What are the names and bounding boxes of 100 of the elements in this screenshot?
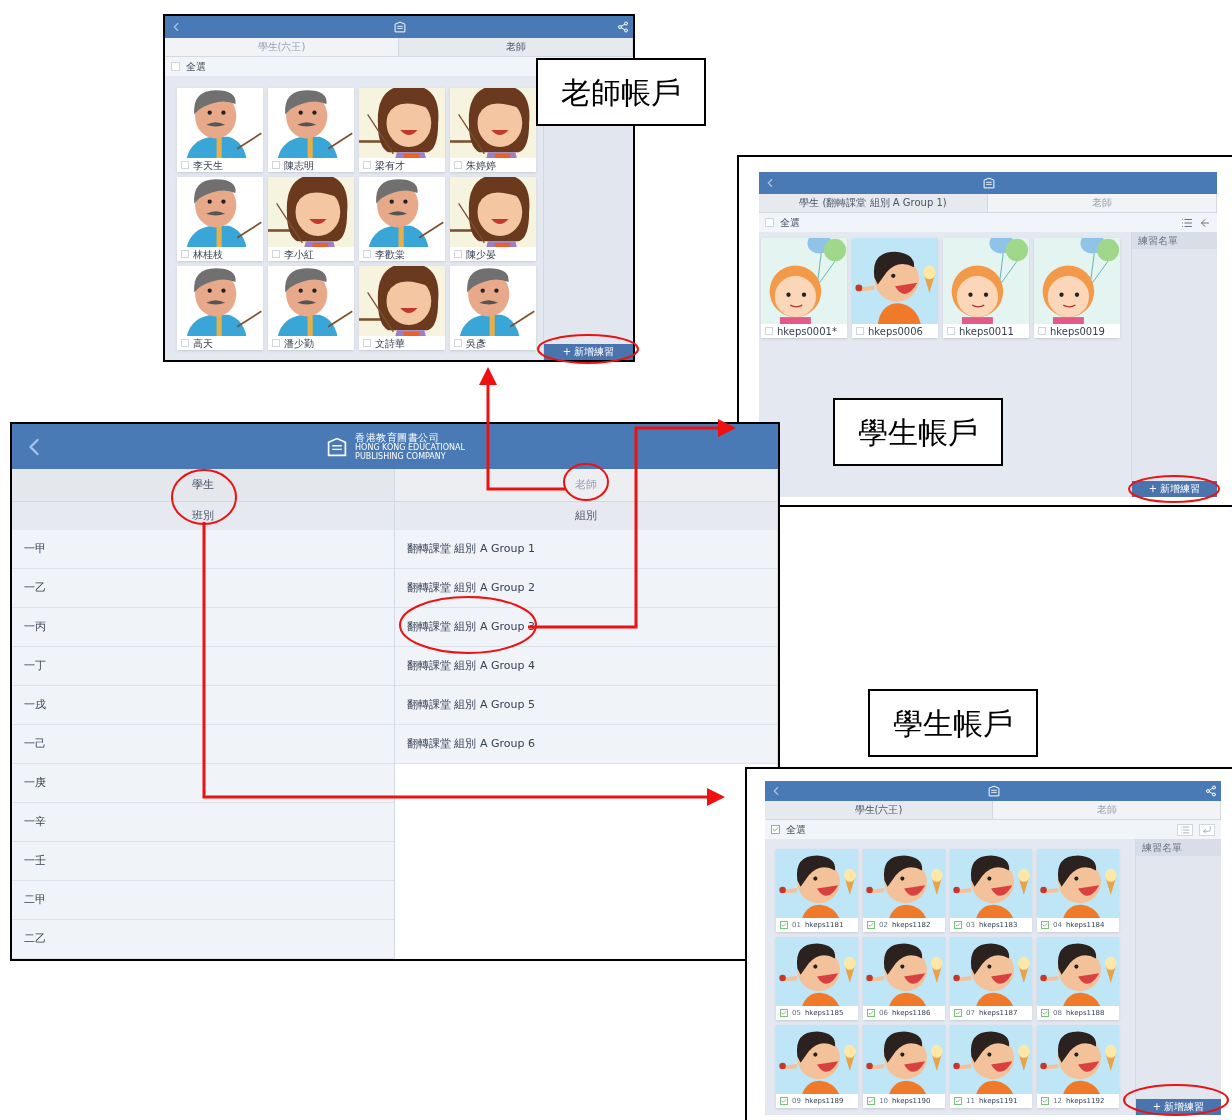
checkbox[interactable] [856, 327, 864, 335]
account-card[interactable]: 文詩華 [359, 266, 445, 350]
list-row[interactable]: 一庚 [12, 764, 394, 803]
account-name: 李天生 [193, 158, 223, 173]
checkbox[interactable] [780, 921, 788, 929]
checkbox[interactable] [954, 1009, 962, 1017]
sidebar-title: 練習名單 [1132, 232, 1217, 249]
checkbox[interactable] [780, 1097, 788, 1105]
account-name: 朱婷婷 [466, 158, 496, 173]
checkbox[interactable] [771, 825, 780, 834]
list-row[interactable]: 一壬 [12, 842, 394, 881]
account-card[interactable]: 李小紅 [268, 177, 354, 261]
checkbox[interactable] [454, 339, 462, 347]
account-card[interactable]: 梁有才 [359, 88, 445, 172]
list-row[interactable]: 一甲 [12, 530, 394, 569]
checkbox[interactable] [272, 250, 280, 258]
logo-icon [982, 176, 996, 190]
account-name: hkeps0011 [959, 324, 1014, 339]
logo-subtitle: HONG KONG EDUCATIONAL [355, 442, 465, 452]
checkbox[interactable] [363, 339, 371, 347]
column-heading: 班別 [12, 502, 394, 530]
list-row[interactable]: 二乙 [12, 920, 394, 959]
select-all-label: 全選 [780, 216, 800, 230]
highlight-ellipse [563, 463, 609, 501]
checkbox[interactable] [765, 218, 774, 227]
checkbox[interactable] [171, 62, 180, 71]
share-icon[interactable] [617, 21, 629, 33]
list-row[interactable]: 翻轉課堂 組別 A Group 6 [395, 725, 777, 764]
checkbox[interactable] [363, 250, 371, 258]
checkbox[interactable] [780, 1009, 788, 1017]
list-row[interactable]: 一戌 [12, 686, 394, 725]
account-card[interactable]: 陳志明 [268, 88, 354, 172]
select-all-label: 全選 [786, 823, 806, 837]
list-button[interactable] [1177, 823, 1193, 836]
checkbox[interactable] [867, 921, 875, 929]
account-card[interactable]: 李歡棠 [359, 177, 445, 261]
checkbox[interactable] [867, 1009, 875, 1017]
list-row[interactable]: 翻轉課堂 組別 A Group 4 [395, 647, 777, 686]
account-name: hkeps0006 [868, 324, 923, 339]
checkbox[interactable] [272, 339, 280, 347]
account-card[interactable]: hkeps0001* [761, 238, 847, 338]
list-row[interactable]: 一己 [12, 725, 394, 764]
list-row[interactable]: 一乙 [12, 569, 394, 608]
account-card[interactable]: 吳彥 [450, 266, 536, 350]
logo-icon [393, 20, 407, 34]
callout-label: 學生帳戶 [868, 689, 1038, 757]
tab[interactable]: 學生 [12, 469, 395, 502]
account-card[interactable]: hkeps0006 [852, 238, 938, 338]
add-exercise-button[interactable]: + 新增練習 [544, 344, 633, 360]
checkbox[interactable] [181, 250, 189, 258]
list-row[interactable]: 一丙 [12, 608, 394, 647]
account-name: hkeps0019 [1050, 324, 1105, 339]
checkbox[interactable] [947, 327, 955, 335]
list-row[interactable]: 翻轉課堂 組別 A Group 1 [395, 530, 777, 569]
list-row[interactable]: 一辛 [12, 803, 394, 842]
account-name: 林桂枝 [193, 247, 223, 262]
callout-label: 學生帳戶 [833, 398, 1003, 466]
checkbox[interactable] [765, 327, 773, 335]
back-arrow-icon[interactable] [1199, 216, 1211, 229]
checkbox[interactable] [454, 250, 462, 258]
checkbox[interactable] [1038, 327, 1046, 335]
account-name: 文詩華 [375, 336, 405, 351]
account-card[interactable]: 朱婷婷 [450, 88, 536, 172]
account-card[interactable]: 陳少晏 [450, 177, 536, 261]
add-exercise-button[interactable]: + 新增練習 [1132, 481, 1217, 497]
account-name: 吳彥 [466, 336, 486, 351]
share-icon[interactable] [1205, 785, 1217, 797]
list-icon[interactable] [1181, 216, 1193, 229]
account-name: 高天 [193, 336, 213, 351]
account-card[interactable]: 林桂枝 [177, 177, 263, 261]
account-card[interactable]: 李天生 [177, 88, 263, 172]
column-heading: 組別 [395, 502, 777, 530]
checkbox[interactable] [454, 161, 462, 169]
list-row[interactable]: 翻轉課堂 組別 A Group 5 [395, 686, 777, 725]
list-row[interactable]: 翻轉課堂 組別 A Group 2 [395, 569, 777, 608]
list-row[interactable]: 一丁 [12, 647, 394, 686]
checkbox[interactable] [954, 1097, 962, 1105]
checkbox[interactable] [1041, 1097, 1049, 1105]
account-card[interactable]: 高天 [177, 266, 263, 350]
add-exercise-button[interactable]: + 新增練習 [1136, 1099, 1221, 1115]
checkbox[interactable] [363, 161, 371, 169]
account-name: 陳志明 [284, 158, 314, 173]
account-name: 潘少勤 [284, 336, 314, 351]
checkbox[interactable] [867, 1097, 875, 1105]
checkbox[interactable] [1041, 1009, 1049, 1017]
checkbox[interactable] [954, 921, 962, 929]
highlight-ellipse [171, 469, 237, 525]
checkbox[interactable] [181, 339, 189, 347]
list-row[interactable]: 二甲 [12, 881, 394, 920]
account-name: 李歡棠 [375, 247, 405, 262]
sidebar-title: 練習名單 [1136, 839, 1221, 856]
checkbox[interactable] [272, 161, 280, 169]
return-button[interactable] [1199, 823, 1215, 836]
account-card[interactable]: hkeps0011 [943, 238, 1029, 338]
account-card[interactable]: hkeps0019 [1034, 238, 1120, 338]
logo-subtitle: PUBLISHING COMPANY [355, 451, 447, 461]
account-card[interactable]: 潘少勤 [268, 266, 354, 350]
checkbox[interactable] [1041, 921, 1049, 929]
checkbox[interactable] [181, 161, 189, 169]
logo-title: 香港教育圖書公司 [355, 432, 440, 443]
